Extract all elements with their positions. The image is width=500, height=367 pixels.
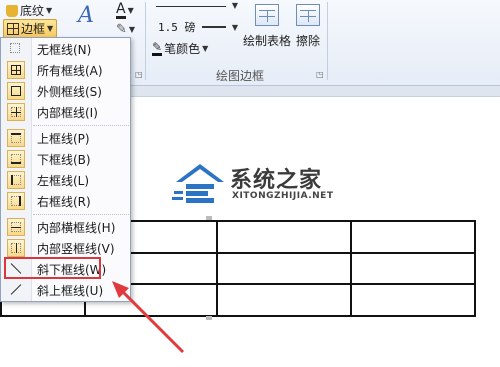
menu-separator — [33, 214, 129, 215]
watermark-title: 系统之家 — [230, 168, 323, 193]
highlight-color-button[interactable]: ✎ ▼ — [116, 22, 135, 37]
table-resize-handle[interactable] — [206, 316, 212, 320]
menu-item-label: 左框线(L) — [37, 173, 90, 188]
all-borders-icon — [7, 61, 25, 79]
inside-horizontal-border-icon — [7, 218, 25, 236]
menu-item-label: 无框线(N) — [37, 42, 92, 57]
chevron-down-icon: ▼ — [127, 6, 134, 15]
menu-item-label: 斜上框线(U) — [37, 283, 104, 298]
left-border-icon — [7, 171, 25, 189]
chevron-down-icon: ▼ — [47, 24, 54, 33]
menu-item-label: 下框线(B) — [37, 152, 91, 167]
chevron-down-icon: ▼ — [46, 6, 53, 15]
menu-item-label: 内部框线(I) — [37, 105, 98, 120]
paint-bucket-icon — [6, 4, 18, 17]
menu-item-right-border[interactable]: 右框线(R) — [3, 191, 129, 211]
menu-item-bottom-border[interactable]: 下框线(B) — [3, 149, 129, 169]
bottom-border-icon — [7, 150, 25, 168]
menu-item-label: 内部竖框线(V) — [37, 241, 115, 256]
eraser-icon — [296, 4, 320, 26]
inside-vertical-border-icon — [7, 239, 25, 257]
borders-label: 边框 — [21, 22, 46, 36]
menu-item-inside-vertical-border[interactable]: 内部竖框线(V) — [3, 238, 129, 258]
dialog-launcher-icon[interactable]: ◳ — [135, 70, 143, 79]
group-separator — [327, 2, 328, 80]
no-border-icon — [7, 40, 25, 58]
pen-color-button[interactable]: ✎ 笔颜色 ▼ — [152, 40, 208, 57]
menu-item-label: 内部横框线(H) — [37, 220, 116, 235]
line-style-selector[interactable]: ▼ — [152, 0, 238, 14]
shading-button[interactable]: 底纹 ▼ — [6, 2, 52, 19]
watermark-logo: 系统之家 XITONGZHIJIA.NET — [172, 160, 392, 210]
text-effect-icon: A — [78, 3, 94, 28]
chevron-down-icon: ▼ — [128, 25, 136, 34]
dialog-launcher-icon[interactable]: ◳ — [316, 70, 324, 79]
menu-item-label: 右框线(R) — [37, 194, 91, 209]
draw-table-icon — [255, 4, 279, 26]
line-style-preview — [156, 6, 226, 7]
top-border-icon — [7, 129, 25, 147]
menu-item-inside-borders[interactable]: 内部框线(I) — [3, 102, 129, 122]
menu-item-all-borders[interactable]: 所有框线(A) — [3, 60, 129, 80]
chevron-down-icon: ▼ — [231, 1, 238, 10]
pen-color-label: 笔颜色 — [164, 42, 201, 56]
inside-borders-icon — [7, 103, 25, 121]
chevron-down-icon: ▼ — [231, 22, 238, 32]
line-weight-value: 1.5 磅 — [158, 21, 196, 34]
border-grid-icon — [7, 22, 19, 35]
borders-button[interactable]: 边框 ▼ — [3, 19, 58, 38]
diagonal-up-border-icon — [7, 281, 25, 299]
shading-label: 底纹 — [20, 4, 45, 18]
eraser-label: 擦除 — [296, 34, 321, 48]
menu-item-diagonal-up-border[interactable]: 斜上框线(U) — [3, 280, 129, 300]
menu-item-left-border[interactable]: 左框线(L) — [3, 170, 129, 190]
draw-table-button[interactable]: 绘制表格 — [243, 4, 291, 49]
marker-icon: ✎ — [116, 22, 127, 37]
table-resize-handle[interactable] — [206, 216, 212, 220]
group-separator — [145, 2, 146, 80]
eraser-button[interactable]: 擦除 — [296, 4, 320, 49]
draw-table-label: 绘制表格 — [243, 34, 292, 48]
menu-item-top-border[interactable]: 上框线(P) — [3, 128, 129, 148]
menu-item-label: 外侧框线(S) — [37, 84, 102, 99]
menu-item-label: 所有框线(A) — [37, 63, 103, 78]
text-effect-button[interactable]: A — [78, 3, 94, 28]
annotation-highlight-box — [4, 257, 101, 279]
line-weight-preview — [201, 26, 226, 28]
line-weight-selector[interactable]: 1.5 磅 ▼ — [152, 20, 238, 34]
chevron-down-icon: ▼ — [202, 44, 209, 53]
watermark-subtitle: XITONGZHIJIA.NET — [232, 191, 334, 201]
menu-item-outside-borders[interactable]: 外侧框线(S) — [3, 81, 129, 101]
menu-item-inside-horizontal-border[interactable]: 内部横框线(H) — [3, 217, 129, 237]
menu-item-label: 上框线(P) — [37, 131, 90, 146]
outside-borders-icon — [7, 82, 25, 100]
house-logo-icon — [172, 164, 224, 203]
pen-icon: ✎ — [152, 40, 163, 56]
right-border-icon — [7, 192, 25, 210]
draw-borders-group-label: 绘图边框 — [216, 69, 265, 83]
menu-item-no-border[interactable]: 无框线(N) — [3, 39, 129, 59]
font-color-button[interactable]: A ▼ — [116, 2, 134, 19]
font-color-icon: A — [116, 1, 126, 19]
menu-separator — [33, 125, 129, 126]
